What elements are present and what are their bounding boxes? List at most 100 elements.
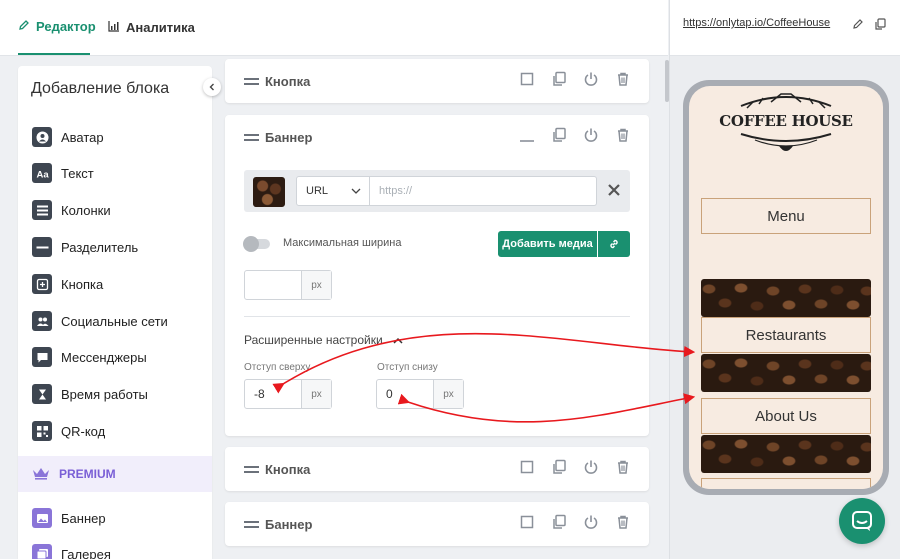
avatar-icon [32,127,52,147]
coffee-beans-banner [701,279,871,317]
chat-icon [851,510,873,532]
card-title: Кнопка [265,461,311,477]
sidebar-item-hours[interactable]: Время работы [18,379,212,409]
copy-icon[interactable] [551,459,567,475]
text-icon: Aa [32,163,52,183]
sidebar-item-label: Текст [61,165,94,181]
sidebar-item-social[interactable]: Социальные сети [18,306,212,336]
tab-editor[interactable]: Редактор [18,0,96,55]
phone-preview: COFFEE HOUSE Menu Restaurants About Us [683,80,889,495]
columns-icon [32,200,52,220]
width-input[interactable] [245,271,301,299]
power-icon[interactable] [583,127,599,143]
qr-code-icon [32,421,52,441]
section-divider [244,316,630,317]
chevron-down-icon [351,188,361,194]
copy-link-icon[interactable] [874,17,886,30]
svg-text:Aa: Aa [36,169,49,180]
card-actions [519,514,631,530]
sidebar-item-divider[interactable]: Разделитель [18,232,212,262]
sidebar-item-label: Кнопка [61,276,104,292]
banner-url-input[interactable] [370,176,597,206]
margin-bottom-input[interactable]: 0 [377,380,433,408]
sidebar-item-qr[interactable]: QR-код [18,416,212,446]
trash-icon[interactable] [615,514,631,530]
sidebar-item-columns[interactable]: Колонки [18,195,212,225]
tab-analytics-label: Аналитика [126,20,195,35]
url-type-select[interactable]: URL [296,176,370,206]
page-url-link[interactable]: https://onlytap.io/CoffeeHouse [683,17,830,29]
copy-icon[interactable] [551,71,567,87]
sidebar-item-banner[interactable]: Баннер [18,503,212,533]
power-icon[interactable] [583,514,599,530]
image-icon [32,508,52,528]
block-card-button-2[interactable]: Кнопка [225,447,649,491]
drag-handle-icon[interactable] [244,133,259,141]
gallery-icon [32,544,52,559]
tab-analytics[interactable]: Аналитика [108,0,195,55]
drag-handle-icon[interactable] [244,465,259,473]
bar-chart-icon [108,20,120,35]
expand-square-icon[interactable] [519,514,535,530]
chevron-left-icon [208,83,216,91]
trash-icon[interactable] [615,459,631,475]
tab-editor-label: Редактор [36,19,96,34]
card-title: Баннер [265,129,313,145]
add-link-button[interactable] [598,231,630,257]
coffee-beans-banner [701,354,871,392]
sidebar-item-avatar[interactable]: Аватар [18,122,212,152]
logo-text: COFFEE HOUSE [719,112,853,130]
close-icon[interactable] [607,183,621,197]
block-card-button-1[interactable]: Кнопка [225,59,649,103]
drag-handle-icon[interactable] [244,520,259,528]
sidebar-item-label: Социальные сети [61,313,168,329]
support-chat-button[interactable] [839,498,885,544]
preview-next-button[interactable] [701,478,871,489]
copy-icon[interactable] [551,514,567,530]
sidebar-item-messengers[interactable]: Мессенджеры [18,342,212,372]
sidebar-item-gallery[interactable]: Галерея [18,539,212,559]
preview-header: https://onlytap.io/CoffeeHouse [670,0,900,56]
add-media-button[interactable]: Добавить медиа [498,231,597,257]
max-width-toggle[interactable] [243,236,270,252]
link-icon [608,238,620,250]
card-actions [519,71,631,87]
advanced-settings-toggle[interactable]: Расширенные настройки [244,333,403,347]
width-field: px [244,270,332,300]
block-card-banner-2[interactable]: Баннер [225,502,649,546]
banner-url-row: URL [244,170,630,212]
preview-menu-button[interactable]: Menu [701,198,871,234]
phone-screen: COFFEE HOUSE Menu Restaurants About Us [689,86,883,489]
power-icon[interactable] [583,71,599,87]
block-card-banner: Баннер URL Максимальная ширина Добавить … [225,115,649,436]
edit-pencil-icon[interactable] [852,17,864,29]
expand-square-icon[interactable] [519,459,535,475]
drag-handle-icon[interactable] [244,77,259,85]
sidebar-item-button[interactable]: Кнопка [18,269,212,299]
plus-square-icon [32,274,52,294]
copy-icon[interactable] [551,127,567,143]
divider-icon [32,237,52,257]
trash-icon[interactable] [615,127,631,143]
margin-bottom-unit: px [433,380,463,408]
card-actions [519,459,631,475]
preview-about-button[interactable]: About Us [701,398,871,434]
power-icon[interactable] [583,459,599,475]
collapse-sidebar-button[interactable] [203,78,221,96]
collapse-minus-icon[interactable] [519,127,535,143]
expand-square-icon[interactable] [519,71,535,87]
max-width-label: Максимальная ширина [283,237,402,249]
block-sidebar: Добавление блока Аватар Aa Текст Колонки… [18,66,212,559]
sidebar-item-label: Колонки [61,202,111,218]
banner-thumbnail[interactable] [253,177,285,207]
trash-icon[interactable] [615,71,631,87]
width-unit: px [301,271,331,299]
people-icon [32,311,52,331]
coffee-beans-banner [701,435,871,473]
preview-restaurants-button[interactable]: Restaurants [701,317,871,353]
card-title: Баннер [265,516,313,532]
url-type-value: URL [306,185,329,197]
premium-section-header: PREMIUM [18,456,212,492]
sidebar-item-text[interactable]: Aa Текст [18,158,212,188]
margin-top-input[interactable]: -8 [245,380,301,408]
